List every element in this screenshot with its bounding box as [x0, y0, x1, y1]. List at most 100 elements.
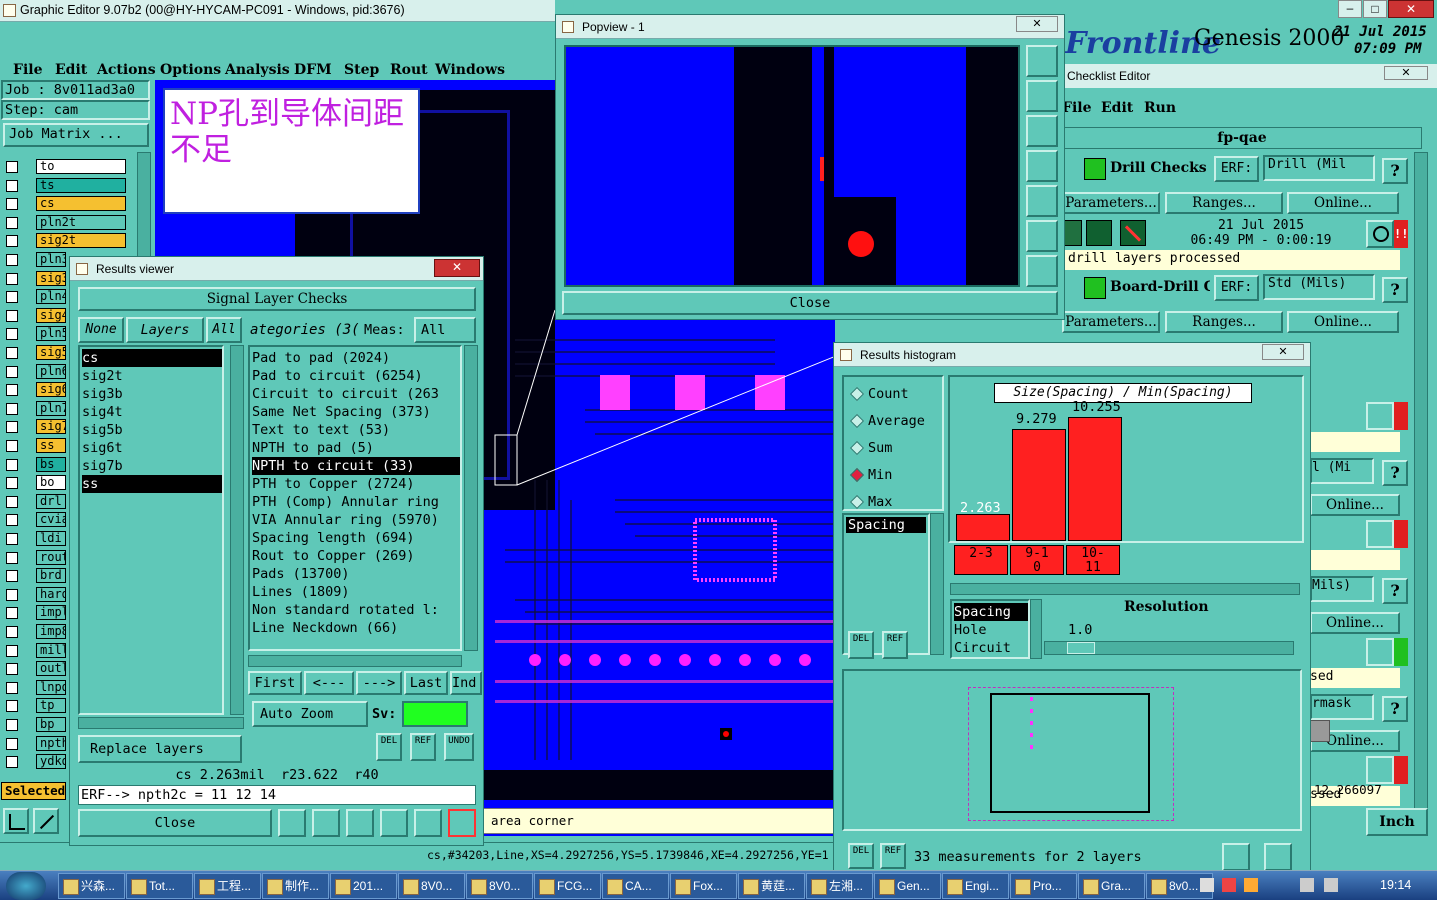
radio-diamond-icon[interactable]: [849, 413, 865, 429]
zoom-results-icon-5[interactable]: [1366, 638, 1394, 666]
layer-name[interactable]: ss: [36, 438, 66, 453]
layer-name[interactable]: to: [36, 159, 126, 174]
help-button-5[interactable]: ?: [1382, 696, 1408, 722]
category-list-item[interactable]: Pad to pad (2024): [252, 349, 460, 367]
layer-name[interactable]: pln3: [36, 252, 66, 267]
layer-checkbox[interactable]: [6, 551, 18, 564]
popview-tool-2[interactable]: [1026, 80, 1058, 112]
layer-checkbox[interactable]: [6, 198, 18, 211]
layer-checkbox[interactable]: [6, 607, 18, 620]
layer-name[interactable]: mill: [36, 642, 66, 658]
layer-name[interactable]: pln2t: [36, 214, 126, 230]
category-list-item[interactable]: NPTH to pad (5): [252, 439, 460, 457]
histogram-list-item[interactable]: Spacing: [846, 517, 926, 533]
layer-name[interactable]: cs: [36, 196, 126, 212]
radio-diamond-icon[interactable]: [849, 386, 865, 402]
layer-name[interactable]: ts: [36, 177, 126, 193]
ref-button[interactable]: REF: [410, 733, 436, 761]
radio-diamond-icon[interactable]: [849, 494, 865, 510]
layer-name[interactable]: imp8: [36, 624, 66, 639]
layer-checkbox[interactable]: [6, 477, 18, 490]
taskbar-item[interactable]: Engi...: [942, 873, 1009, 899]
layer-name[interactable]: sig6: [36, 382, 66, 398]
histogram-range-label[interactable]: 10-11: [1066, 545, 1120, 575]
tool-button-3[interactable]: [346, 809, 374, 837]
online-button-2[interactable]: Online...: [1287, 311, 1399, 333]
popview-tool-5[interactable]: [1026, 185, 1058, 217]
layer-checkbox[interactable]: [6, 458, 18, 471]
layer-list-item[interactable]: sig7b: [82, 457, 222, 475]
popview-tool-6[interactable]: [1026, 220, 1058, 252]
layer-name[interactable]: npth: [36, 735, 66, 751]
del-button[interactable]: DEL: [376, 733, 402, 761]
popview-tool-7[interactable]: [1026, 255, 1058, 287]
undo-button[interactable]: UNDO: [444, 733, 474, 761]
histogram-bar[interactable]: [1012, 429, 1066, 541]
layer-checkbox[interactable]: [6, 626, 18, 638]
layers-list-scrollbar[interactable]: [230, 345, 244, 715]
help-button-4[interactable]: ?: [1382, 578, 1408, 604]
start-button[interactable]: [6, 872, 46, 900]
layer-name[interactable]: outl: [36, 661, 66, 677]
layer-list-item[interactable]: sig2t: [82, 367, 222, 385]
menu-analysis[interactable]: Analysis: [225, 62, 290, 78]
checklist-close-button[interactable]: ✕: [1384, 66, 1428, 80]
taskbar-item[interactable]: 兴森...: [58, 873, 125, 899]
taskbar-item[interactable]: FCG...: [534, 873, 601, 899]
layer-checkbox[interactable]: [6, 663, 18, 676]
layer-list-item[interactable]: sig5b: [82, 421, 222, 439]
taskbar-item[interactable]: 黄莛...: [738, 873, 805, 899]
layer-name[interactable]: sig5: [36, 345, 66, 360]
zoom-results-icon-4[interactable]: [1366, 520, 1394, 548]
erf-value-2[interactable]: Std (Mils): [1263, 274, 1375, 300]
preview-tool-1[interactable]: [1222, 843, 1250, 871]
tool-button-4[interactable]: [380, 809, 408, 837]
layer-checkbox[interactable]: [6, 719, 18, 731]
layer-checkbox[interactable]: [6, 272, 18, 285]
layer-checkbox[interactable]: [6, 254, 18, 266]
layer-list-item[interactable]: sig3b: [82, 385, 222, 403]
zoom-results-icon[interactable]: [1366, 220, 1394, 248]
histogram-ref-button[interactable]: REF: [882, 631, 908, 659]
radio-diamond-icon[interactable]: [849, 440, 865, 456]
help-button-3[interactable]: ?: [1382, 460, 1408, 486]
preview-tool-2[interactable]: [1264, 843, 1292, 871]
tray-icon-2[interactable]: [1222, 878, 1236, 892]
layer-checkbox[interactable]: [6, 235, 18, 248]
histogram-list-scrollbar[interactable]: [930, 513, 944, 655]
taskbar-item[interactable]: Fox...: [670, 873, 737, 899]
histogram-close-icon[interactable]: ✕: [1262, 344, 1304, 360]
histogram-range-label[interactable]: 9-10: [1010, 545, 1064, 575]
layer-checkbox[interactable]: [6, 402, 18, 415]
measure-tool-button[interactable]: [33, 808, 59, 834]
category-list-item[interactable]: Lines (1809): [252, 583, 460, 601]
layer-name[interactable]: impl: [36, 605, 66, 621]
layer-checkbox[interactable]: [6, 588, 18, 601]
menu-rout[interactable]: Rout: [390, 62, 428, 78]
help-button[interactable]: ?: [1382, 158, 1408, 184]
erf-value[interactable]: Drill (Mil: [1263, 155, 1375, 181]
replace-layers-dropdown[interactable]: Replace layers: [78, 735, 242, 763]
layer-checkbox[interactable]: [6, 365, 18, 378]
category-list-item[interactable]: Line Neckdown (66): [252, 619, 460, 637]
histogram-bar[interactable]: [956, 514, 1010, 541]
category-list-item[interactable]: VIA Annular ring (5970): [252, 511, 460, 529]
popview-tool-4[interactable]: [1026, 150, 1058, 182]
layer-checkbox[interactable]: [6, 216, 18, 229]
network-icon[interactable]: [1300, 878, 1314, 892]
type-list-scrollbar[interactable]: [1030, 599, 1042, 659]
mode-option[interactable]: Sum: [848, 435, 942, 462]
volume-icon[interactable]: [1324, 878, 1338, 892]
histogram-hscroll[interactable]: [950, 583, 1300, 595]
layer-checkbox[interactable]: [6, 179, 18, 192]
tray-icon-3[interactable]: [1244, 878, 1258, 892]
layer-checkbox[interactable]: [6, 440, 18, 452]
menu-file[interactable]: File: [13, 62, 42, 78]
layer-checkbox[interactable]: [6, 328, 18, 341]
categories-scrollbar[interactable]: [464, 345, 478, 651]
menu-step[interactable]: Step: [344, 62, 379, 78]
layer-checkbox[interactable]: [6, 495, 18, 508]
type-list-item[interactable]: Spacing: [954, 603, 1028, 621]
popview-canvas[interactable]: [564, 45, 1020, 287]
mode-option[interactable]: Min: [848, 462, 942, 489]
